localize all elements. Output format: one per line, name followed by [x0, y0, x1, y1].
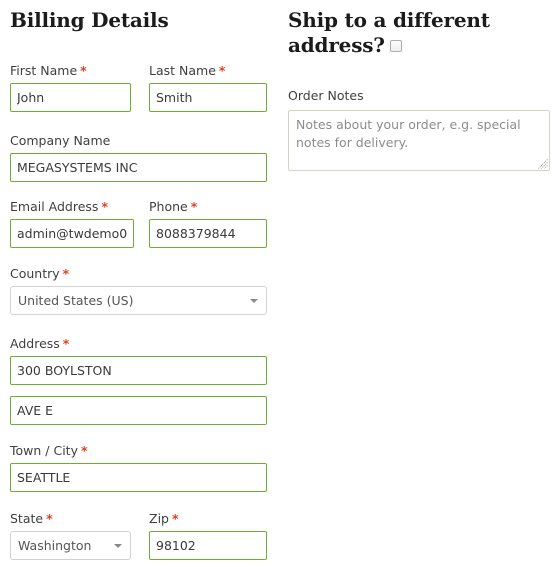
phone-input[interactable] — [149, 219, 267, 248]
last-name-label-text: Last Name — [149, 63, 216, 78]
country-label: Country * — [10, 266, 267, 281]
required-asterisk: * — [171, 511, 179, 526]
required-asterisk: * — [62, 336, 70, 351]
country-label-text: Country — [10, 266, 60, 281]
company-name-field: Company Name — [10, 133, 267, 182]
required-asterisk: * — [218, 63, 226, 78]
zip-field: Zip * — [149, 511, 267, 560]
order-notes-label: Order Notes — [288, 88, 364, 103]
email-address-label-text: Email Address — [10, 199, 99, 214]
checkbox-box — [389, 40, 402, 52]
checkout-form: Billing Details Ship to a different addr… — [0, 0, 552, 567]
order-notes-wrapper — [288, 110, 550, 171]
phone-field: Phone * — [149, 199, 267, 248]
chevron-down-icon — [250, 298, 258, 303]
country-select[interactable]: United States (US) — [10, 286, 267, 315]
address-label-text: Address — [10, 336, 60, 351]
zip-label: Zip * — [149, 511, 267, 526]
first-name-label-text: First Name — [10, 63, 78, 78]
email-address-field: Email Address * admin@twdemo0 — [10, 199, 134, 248]
required-asterisk: * — [62, 266, 70, 281]
address-label: Address * — [10, 336, 267, 351]
email-address-label: Email Address * — [10, 199, 134, 214]
state-label: State * — [10, 511, 131, 526]
town-city-input[interactable] — [10, 463, 267, 492]
last-name-input[interactable] — [149, 83, 267, 112]
address-line1-field: Address * — [10, 336, 267, 385]
chevron-down-icon — [114, 543, 122, 548]
first-name-field: First Name * — [10, 63, 131, 112]
town-city-field: Town / City * — [10, 443, 267, 492]
state-label-text: State — [10, 511, 44, 526]
town-city-label: Town / City * — [10, 443, 267, 458]
address-line2-input[interactable] — [10, 396, 267, 425]
first-name-label: First Name * — [10, 63, 131, 78]
email-address-value: admin@twdemo0 — [17, 226, 127, 241]
required-asterisk: * — [190, 199, 198, 214]
required-asterisk: * — [80, 63, 87, 78]
email-address-input[interactable]: admin@twdemo0 — [10, 219, 134, 248]
last-name-field: Last Name * — [149, 63, 267, 112]
country-selected-value: United States (US) — [18, 293, 134, 308]
address-line2-field — [10, 396, 267, 425]
country-field: Country * United States (US) — [10, 266, 267, 315]
phone-label-text: Phone — [149, 199, 188, 214]
state-field: State * Washington — [10, 511, 131, 560]
last-name-label: Last Name * — [149, 63, 267, 78]
town-city-label-text: Town / City — [10, 443, 78, 458]
ship-to-different-address-heading: Ship to a different address? — [288, 8, 538, 59]
zip-input[interactable] — [149, 531, 267, 560]
address-line1-input[interactable] — [10, 356, 267, 385]
state-selected-value: Washington — [18, 538, 92, 553]
order-notes-field: Order Notes — [288, 88, 550, 108]
company-name-input[interactable] — [10, 153, 267, 182]
state-select[interactable]: Washington — [10, 531, 131, 560]
phone-label: Phone * — [149, 199, 267, 214]
required-asterisk: * — [46, 511, 53, 526]
required-asterisk: * — [101, 199, 108, 214]
ship-to-different-address-checkbox[interactable] — [389, 33, 402, 58]
first-name-input[interactable] — [10, 83, 131, 112]
required-asterisk: * — [80, 443, 88, 458]
order-notes-textarea[interactable] — [288, 110, 550, 171]
zip-label-text: Zip — [149, 511, 169, 526]
company-name-label-text: Company Name — [10, 133, 111, 148]
billing-details-heading: Billing Details — [10, 8, 169, 32]
company-name-label: Company Name — [10, 133, 267, 148]
